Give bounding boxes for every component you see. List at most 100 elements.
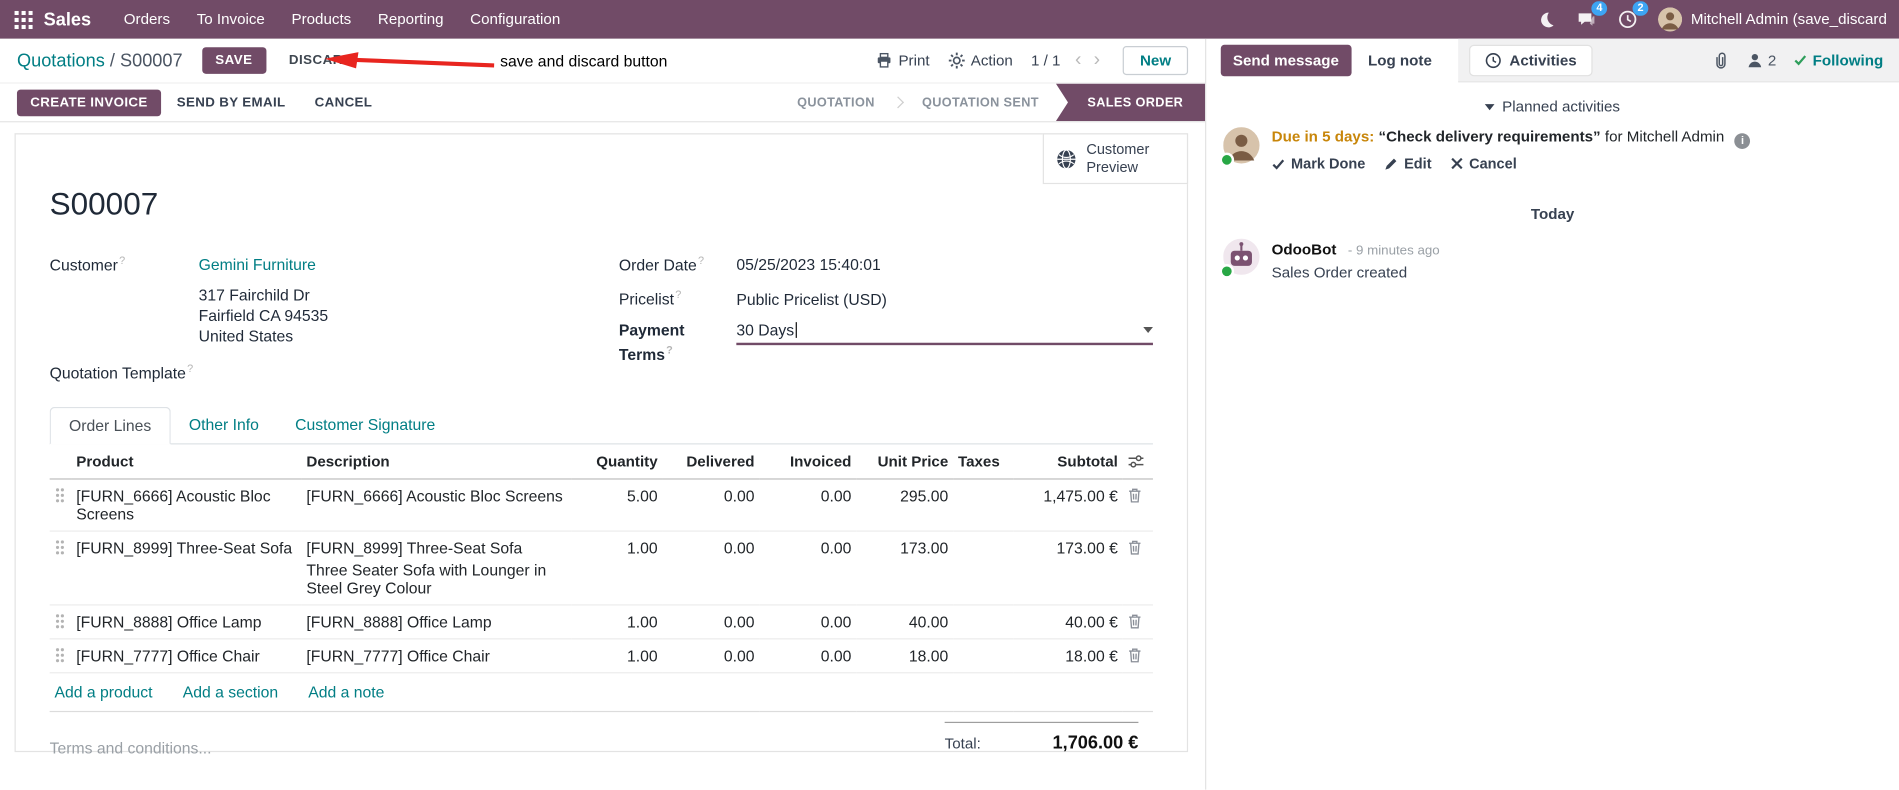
description-column-header[interactable]: Description xyxy=(301,444,572,480)
menu-reporting[interactable]: Reporting xyxy=(365,0,457,39)
field-column-right: Order Date? 05/25/2023 15:40:01 Pricelis… xyxy=(619,251,1153,393)
action-button[interactable]: Action xyxy=(948,52,1013,69)
trash-icon[interactable] xyxy=(1122,530,1153,606)
drag-handle-icon[interactable] xyxy=(49,530,72,606)
order-line-row[interactable]: [FURN_8888] Office Lamp [FURN_8888] Offi… xyxy=(49,604,1153,640)
drag-handle-icon[interactable] xyxy=(49,478,72,532)
quantity-cell: 1.00 xyxy=(571,638,663,673)
activity-content: Due in 5 days: “Check delivery requireme… xyxy=(1272,127,1751,172)
apps-grid-icon[interactable] xyxy=(12,8,34,30)
form-sheet: Customer Preview S00007 Customer? Gemini… xyxy=(14,133,1189,757)
save-button[interactable]: SAVE xyxy=(201,47,266,74)
add-a-section-link[interactable]: Add a section xyxy=(183,683,278,701)
following-button[interactable]: Following xyxy=(1793,51,1883,68)
message-avatar-wrap xyxy=(1219,238,1260,279)
cancel-activity-button[interactable]: Cancel xyxy=(1451,155,1517,172)
address-line-1: 317 Fairchild Dr xyxy=(198,286,310,305)
menu-configuration[interactable]: Configuration xyxy=(457,0,574,39)
state-separator-icon xyxy=(892,84,905,122)
subtotal-column-header[interactable]: Subtotal xyxy=(1013,444,1123,480)
terms-placeholder[interactable]: Terms and conditions... xyxy=(50,738,212,756)
user-menu[interactable]: Mitchell Admin (save_discard xyxy=(1658,7,1887,32)
add-a-product-link[interactable]: Add a product xyxy=(54,683,152,701)
order-line-row[interactable]: [FURN_6666] Acoustic Bloc Screens [FURN_… xyxy=(49,478,1153,532)
breadcrumb-quotations[interactable]: Quotations xyxy=(17,50,105,71)
cancel-activity-label: Cancel xyxy=(1469,155,1517,172)
paperclip-icon[interactable] xyxy=(1712,50,1729,69)
x-icon xyxy=(1451,157,1463,170)
followers-button[interactable]: 2 xyxy=(1746,51,1776,68)
cancel-button[interactable]: CANCEL xyxy=(301,89,385,116)
text-cursor xyxy=(795,321,797,338)
unit-price-cell: 40.00 xyxy=(856,604,954,640)
log-note-button[interactable]: Log note xyxy=(1356,45,1444,76)
product-column-header[interactable]: Product xyxy=(71,444,302,480)
pricelist-label: Pricelist? xyxy=(618,288,682,309)
tab-customer-signature[interactable]: Customer Signature xyxy=(277,407,453,445)
pager: 1 / 1 ‹ › xyxy=(1031,50,1105,70)
order-date-value[interactable]: 05/25/2023 15:40:01 xyxy=(736,255,880,276)
address-line-2: Fairfield CA 94535 xyxy=(198,306,329,325)
state-quotation[interactable]: QUOTATION xyxy=(780,84,892,122)
send-message-button[interactable]: Send message xyxy=(1220,44,1352,77)
state-sales-order[interactable]: SALES ORDER xyxy=(1055,83,1206,122)
invoiced-cell: 0.00 xyxy=(759,530,857,606)
customer-value[interactable]: Gemini Furniture xyxy=(199,255,316,276)
order-line-row[interactable]: [FURN_8999] Three-Seat Sofa [FURN_8999] … xyxy=(49,530,1153,606)
print-button[interactable]: Print xyxy=(875,52,930,69)
tab-other-info[interactable]: Other Info xyxy=(171,407,277,445)
new-button[interactable]: New xyxy=(1123,46,1189,76)
menu-to-invoice[interactable]: To Invoice xyxy=(183,0,278,39)
sheet-bottom: Terms and conditions... Total: 1,706.00 … xyxy=(50,721,1153,757)
trash-icon[interactable] xyxy=(1122,604,1153,640)
field-grid: Customer? Gemini Furniture 317 Fairchild… xyxy=(50,251,1153,393)
trash-icon[interactable] xyxy=(1122,638,1153,673)
message-author[interactable]: OdooBot xyxy=(1272,241,1337,258)
planned-activities-toggle[interactable]: Planned activities xyxy=(1206,98,1899,115)
state-quotation-sent[interactable]: QUOTATION SENT xyxy=(905,84,1056,122)
optional-columns-icon[interactable] xyxy=(1122,444,1153,480)
mark-done-button[interactable]: Mark Done xyxy=(1272,155,1365,172)
messages-icon[interactable]: 4 xyxy=(1576,1,1608,30)
create-invoice-button[interactable]: CREATE INVOICE xyxy=(16,89,161,116)
info-icon[interactable]: i xyxy=(1734,133,1751,149)
unit-price-column-header[interactable]: Unit Price xyxy=(856,444,954,480)
customer-field: Customer? Gemini Furniture xyxy=(50,251,619,276)
send-by-email-button[interactable]: SEND BY EMAIL xyxy=(163,89,298,116)
pricelist-field: Pricelist? Public Pricelist (USD) xyxy=(619,285,1153,310)
message-content: OdooBot - 9 minutes ago Sales Order crea… xyxy=(1272,239,1440,281)
trash-icon[interactable] xyxy=(1122,478,1153,532)
customer-preview-button[interactable]: Customer Preview xyxy=(1042,133,1189,185)
dropdown-caret-icon[interactable] xyxy=(1143,326,1153,333)
drag-handle-icon[interactable] xyxy=(49,638,72,673)
tab-order-lines[interactable]: Order Lines xyxy=(49,406,171,445)
drag-handle-icon[interactable] xyxy=(49,604,72,640)
activity-clock-icon[interactable]: 2 xyxy=(1617,1,1649,30)
quantity-column-header[interactable]: Quantity xyxy=(571,444,663,480)
add-a-note-link[interactable]: Add a note xyxy=(308,683,384,701)
edit-activity-button[interactable]: Edit xyxy=(1385,155,1432,172)
activities-tab[interactable]: Activities xyxy=(1469,44,1593,76)
invoiced-column-header[interactable]: Invoiced xyxy=(759,444,857,480)
app-name[interactable]: Sales xyxy=(44,9,91,30)
taxes-column-header[interactable]: Taxes xyxy=(953,444,1014,480)
pricelist-value[interactable]: Public Pricelist (USD) xyxy=(736,289,886,310)
customer-address[interactable]: 317 Fairchild Dr Fairfield CA 94535 Unit… xyxy=(199,285,619,347)
menu-orders[interactable]: Orders xyxy=(110,0,183,39)
total-label: Total: xyxy=(944,734,981,752)
subtotal-cell: 173.00 € xyxy=(1013,530,1123,606)
message-body: Sales Order created xyxy=(1271,264,1408,281)
action-label: Action xyxy=(970,52,1013,70)
quotation-template-label: Quotation Template? xyxy=(49,362,194,383)
message-status-badge xyxy=(1219,264,1235,279)
moon-icon[interactable] xyxy=(1535,8,1557,30)
payment-terms-value: 30 Days xyxy=(736,320,795,339)
delivered-column-header[interactable]: Delivered xyxy=(662,444,760,480)
screen: Sales Orders To Invoice Products Reporti… xyxy=(0,0,1899,790)
pager-next-icon[interactable]: › xyxy=(1089,50,1105,70)
pager-previous-icon[interactable]: ‹ xyxy=(1070,50,1086,70)
payment-terms-input[interactable]: 30 Days xyxy=(736,319,1153,345)
description-line-2: Three Seater Sofa with Lounger in Steel … xyxy=(306,560,547,597)
order-line-row[interactable]: [FURN_7777] Office Chair [FURN_7777] Off… xyxy=(49,638,1153,673)
menu-products[interactable]: Products xyxy=(278,0,364,39)
